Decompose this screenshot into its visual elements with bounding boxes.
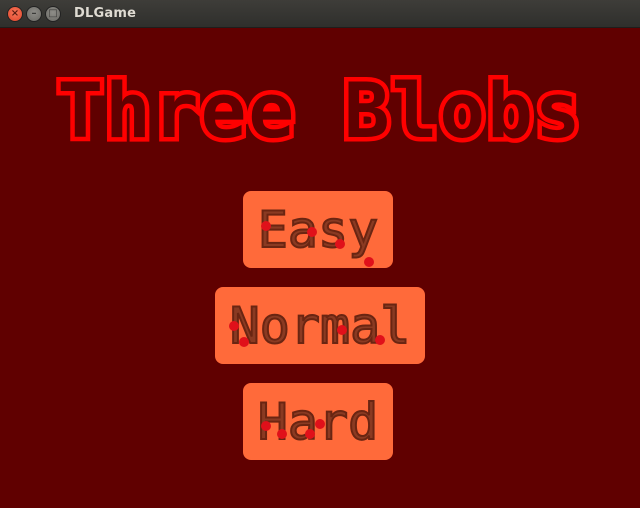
- hard-button[interactable]: Hard: [243, 383, 393, 460]
- game-title: Three Blobs: [53, 62, 585, 160]
- blob-dot: [261, 421, 271, 431]
- blob-dot: [315, 419, 325, 429]
- blob-dot: [239, 337, 249, 347]
- normal-button-label: Normal: [229, 296, 412, 356]
- blob-dot: [229, 321, 239, 331]
- close-icon[interactable]: ×: [7, 6, 23, 22]
- blob-dot: [337, 325, 347, 335]
- maximize-icon[interactable]: □: [45, 6, 61, 22]
- game-window: × – □ DLGame Three Blobs Easy Normal Har…: [0, 0, 640, 508]
- minimize-icon[interactable]: –: [26, 6, 42, 22]
- blob-dot: [307, 227, 317, 237]
- blob-dot: [277, 429, 287, 439]
- blob-dot: [305, 429, 315, 439]
- blob-dot: [261, 221, 271, 231]
- normal-button[interactable]: Normal: [215, 287, 425, 364]
- window-title: DLGame: [74, 6, 137, 21]
- title-bar[interactable]: × – □ DLGame: [0, 0, 640, 28]
- game-canvas[interactable]: Three Blobs Easy Normal Hard: [0, 28, 640, 508]
- blob-dot: [375, 335, 385, 345]
- blob-dot: [364, 257, 374, 267]
- blob-dot: [335, 239, 345, 249]
- easy-button[interactable]: Easy: [243, 191, 393, 268]
- easy-button-label: Easy: [257, 200, 379, 260]
